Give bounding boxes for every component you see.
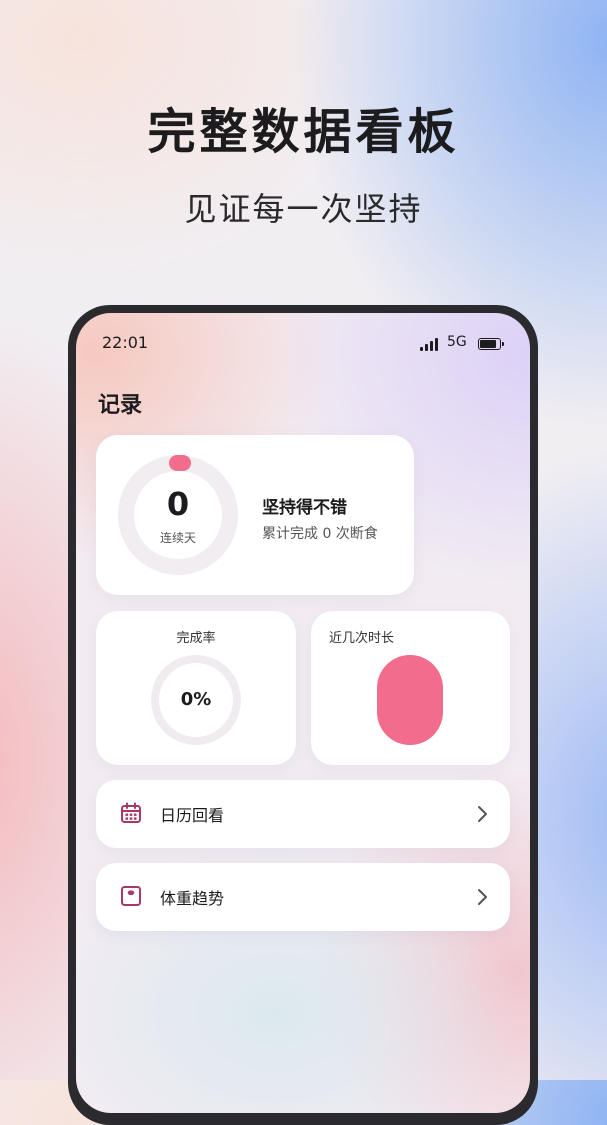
streak-subtext: 累计完成 0 次断食: [262, 526, 378, 542]
battery-icon: [478, 338, 504, 350]
page-title: 记录: [98, 393, 143, 418]
completion-rate-card[interactable]: 完成率 0%: [96, 611, 296, 765]
calendar-review-row[interactable]: 日历回看: [96, 780, 510, 848]
status-bar: 22:01 5G: [76, 313, 530, 373]
weight-trend-label: 体重趋势: [160, 889, 225, 908]
signal-icon: [420, 337, 440, 351]
chevron-right-icon: [478, 806, 487, 822]
network-label: 5G: [447, 334, 467, 350]
streak-progress-ring: 0 连续天: [118, 455, 238, 575]
calendar-icon: [121, 802, 141, 823]
hero-subtitle: 见证每一次坚持: [184, 190, 423, 228]
scale-icon: [121, 886, 141, 906]
completion-rate-ring: 0%: [151, 655, 241, 745]
completion-rate-title: 完成率: [176, 631, 216, 646]
completion-rate-value: 0%: [180, 689, 212, 710]
completion-rate-center: 0%: [159, 663, 233, 737]
calendar-review-label: 日历回看: [160, 806, 225, 825]
streak-card[interactable]: 0 连续天 坚持得不错 累计完成 0 次断食: [96, 435, 414, 595]
hero-title: 完整数据看板: [147, 104, 460, 160]
chevron-right-icon: [478, 889, 487, 905]
streak-headline: 坚持得不错: [262, 498, 347, 518]
streak-days-unit: 连续天: [159, 531, 196, 545]
ring-progress-dot: [169, 455, 191, 471]
recent-duration-bar: [377, 655, 443, 745]
weight-trend-row[interactable]: 体重趋势: [96, 863, 510, 931]
recent-duration-title: 近几次时长: [329, 631, 395, 646]
streak-ring-center: 0 连续天: [134, 471, 222, 559]
phone-screen: 22:01 5G 记录 0 连续天 坚持得不错 累计完成 0 次断食 完成率 0…: [76, 313, 530, 1113]
status-time: 22:01: [102, 333, 149, 352]
recent-duration-card[interactable]: 近几次时长: [311, 611, 510, 765]
streak-days-value: 0: [166, 485, 190, 523]
